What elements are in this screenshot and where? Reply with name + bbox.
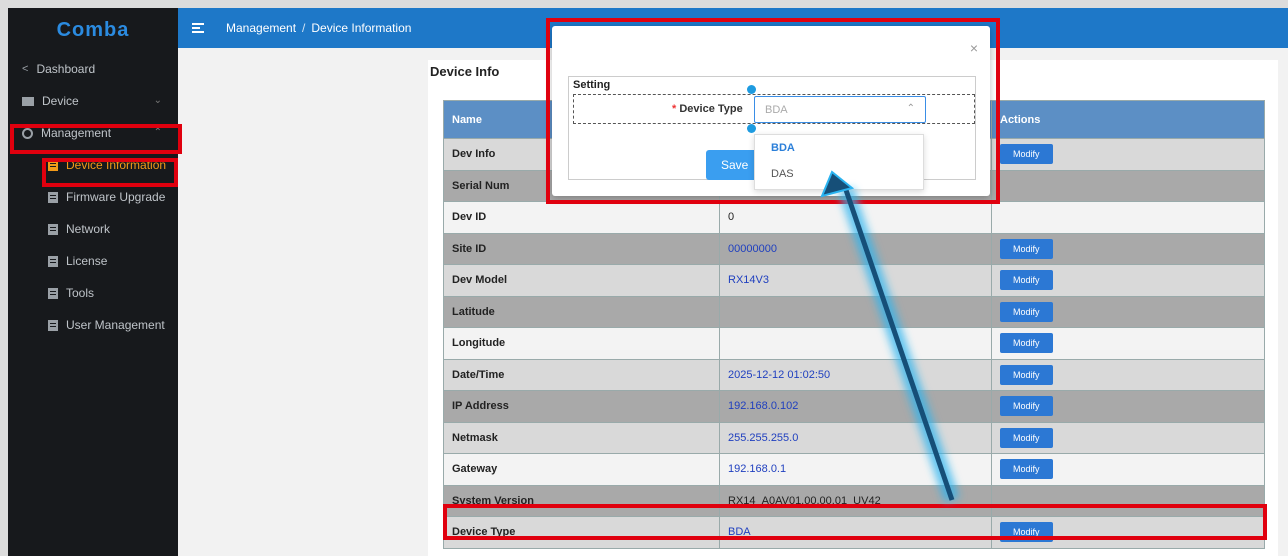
screenshot-frame: Comba < Dashboard Device ⌄ Management ⌃ … <box>0 0 1288 556</box>
arrow-shaft <box>843 189 955 501</box>
annotation-arrow-layer <box>820 170 960 503</box>
